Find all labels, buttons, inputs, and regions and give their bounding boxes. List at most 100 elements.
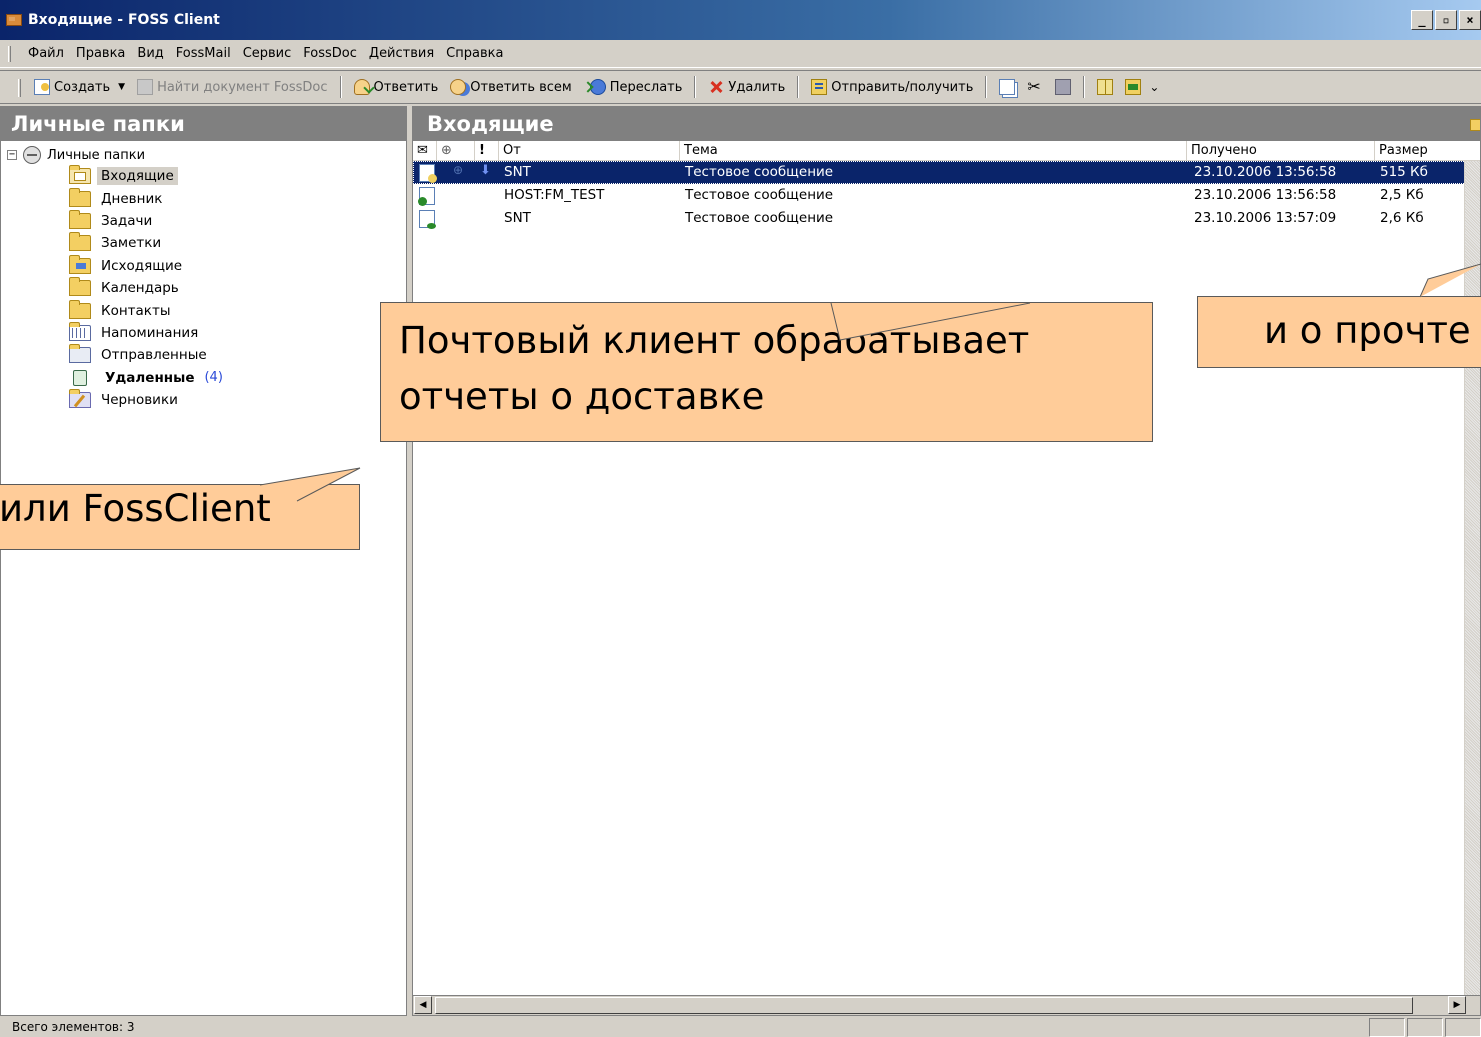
folder-icon [69,277,91,297]
menu-bar: Файл Правка Вид FossMail Сервис FossDoc … [0,40,1481,68]
cut-button[interactable] [1023,74,1047,100]
column-subject[interactable]: Тема [680,141,1187,161]
menu-edit[interactable]: Правка [70,43,131,65]
find-document-label: Найти документ FossDoc [157,79,328,95]
drafts-icon [69,389,91,409]
reply-all-button[interactable]: Ответить всем [446,74,575,100]
send-receive-icon [811,79,828,95]
paste-icon [1055,79,1072,95]
callout-fossclient-text: или FossClient [0,487,271,530]
trash-icon [73,369,87,386]
personal-folders-icon [23,146,41,164]
menu-fossmail[interactable]: FossMail [170,43,237,65]
scroll-left-icon[interactable]: ◀ [414,996,432,1014]
column-received[interactable]: Получено [1187,141,1375,161]
folder-pane: Личные папки − Личные папки Входящие Дне… [0,106,407,1016]
folder-drafts[interactable]: Черновики [1,389,406,411]
menu-view[interactable]: Вид [131,43,169,65]
folder-inbox[interactable]: Входящие [1,165,406,187]
scroll-right-icon[interactable]: ▶ [1448,996,1466,1014]
unread-count: (4) [204,370,223,386]
callout-read-reports: и о прочте [1197,296,1481,368]
callout-line-1: Почтовый клиент обрабатывает [399,319,1030,362]
folder-reminders[interactable]: Напоминания [1,321,406,344]
toolbar-separator [985,76,988,98]
send-receive-label: Отправить/получить [831,79,974,95]
paste-button[interactable] [1051,74,1075,100]
message-pane: Входящие ✉ ⊕ ! От Тема Получено Размер ⊕… [412,106,1481,1016]
calendar-button[interactable] [1121,74,1145,100]
menubar-grip[interactable] [8,46,11,62]
toolbar-separator [694,76,697,98]
reminders-icon [69,321,91,341]
message-subject: Тестовое сообщение [685,187,834,203]
column-headers: ✉ ⊕ ! От Тема Получено Размер [413,141,1480,161]
forward-button[interactable]: Переслать [580,74,687,100]
delete-label: Удалить [728,79,786,95]
column-priority[interactable]: ! [475,141,499,161]
column-envelope[interactable]: ✉ [413,141,437,161]
dropdown-arrow-icon[interactable]: ▼ [118,82,125,92]
folder-diary[interactable]: Дневник [1,187,406,209]
forward-icon [589,79,606,95]
folder-deleted[interactable]: Удаленные (4) [1,367,406,389]
sent-folder-icon [69,344,91,364]
folder-outbox[interactable]: Исходящие [1,254,406,277]
menu-actions[interactable]: Действия [363,43,440,65]
tree-root-label: Личные папки [47,147,146,163]
folder-icon [1470,119,1480,131]
status-panel [1445,1018,1481,1037]
folder-pane-header: Личные папки [1,107,406,141]
tree-root-personal-folders[interactable]: − Личные папки [1,145,406,165]
folder-contacts[interactable]: Контакты [1,299,406,321]
folder-sent[interactable]: Отправленные [1,344,406,366]
minimize-button[interactable]: _ [1411,10,1433,30]
message-size: 515 Кб [1380,164,1428,180]
folder-label: Задачи [101,212,153,229]
folder-calendar[interactable]: Календарь [1,277,406,299]
callout-fossclient: или FossClient [0,484,360,550]
maximize-button[interactable]: ▫ [1435,10,1457,30]
folder-label: Дневник [101,190,163,207]
status-bar: Всего элементов: 3 [12,1020,135,1034]
low-priority-icon: ⬇ [480,163,491,178]
folder-icon [69,232,91,252]
toolbar-separator [797,76,800,98]
collapse-icon[interactable]: − [7,150,17,160]
delete-button[interactable]: Удалить [704,74,789,100]
find-document-button[interactable]: Найти документ FossDoc [133,74,331,100]
folder-tasks[interactable]: Задачи [1,209,406,232]
forward-label: Переслать [609,79,683,95]
menu-help[interactable]: Справка [440,43,509,65]
scrollbar-thumb[interactable] [435,997,1413,1014]
toolbar-grip[interactable] [18,79,21,97]
toolbar-overflow-icon[interactable]: ⌄ [1149,80,1159,94]
message-row[interactable]: ⊕ ⬇ SNT Тестовое сообщение 23.10.2006 13… [413,161,1480,184]
menu-fossdoc[interactable]: FossDoc [297,43,363,65]
folder-label: Черновики [101,392,178,409]
reply-all-label: Ответить всем [470,79,572,95]
horizontal-scrollbar[interactable]: ◀ ▶ [413,995,1480,1015]
app-icon [6,14,22,26]
column-size[interactable]: Размер [1375,141,1471,161]
message-from: SNT [504,164,531,180]
status-panel [1407,1018,1443,1037]
read-receipt-icon [419,210,436,229]
address-book-button[interactable] [1093,74,1117,100]
message-row[interactable]: SNT Тестовое сообщение 23.10.2006 13:57:… [413,207,1480,230]
reply-button[interactable]: Ответить [350,74,443,100]
create-button[interactable]: Создать ▼ [30,74,129,100]
message-row[interactable]: HOST:FM_TEST Тестовое сообщение 23.10.20… [413,184,1480,207]
copy-button[interactable] [995,74,1019,100]
column-attachment[interactable]: ⊕ [437,141,475,161]
message-from: SNT [504,210,531,226]
folder-notes[interactable]: Заметки [1,232,406,254]
close-button[interactable]: × [1459,10,1481,30]
menu-service[interactable]: Сервис [237,43,298,65]
reply-all-icon [450,79,467,95]
column-from[interactable]: От [499,141,680,161]
send-receive-button[interactable]: Отправить/получить [807,74,977,100]
message-from: HOST:FM_TEST [504,187,605,203]
menu-file[interactable]: Файл [22,43,70,65]
vertical-scrollbar[interactable] [1464,161,1480,997]
